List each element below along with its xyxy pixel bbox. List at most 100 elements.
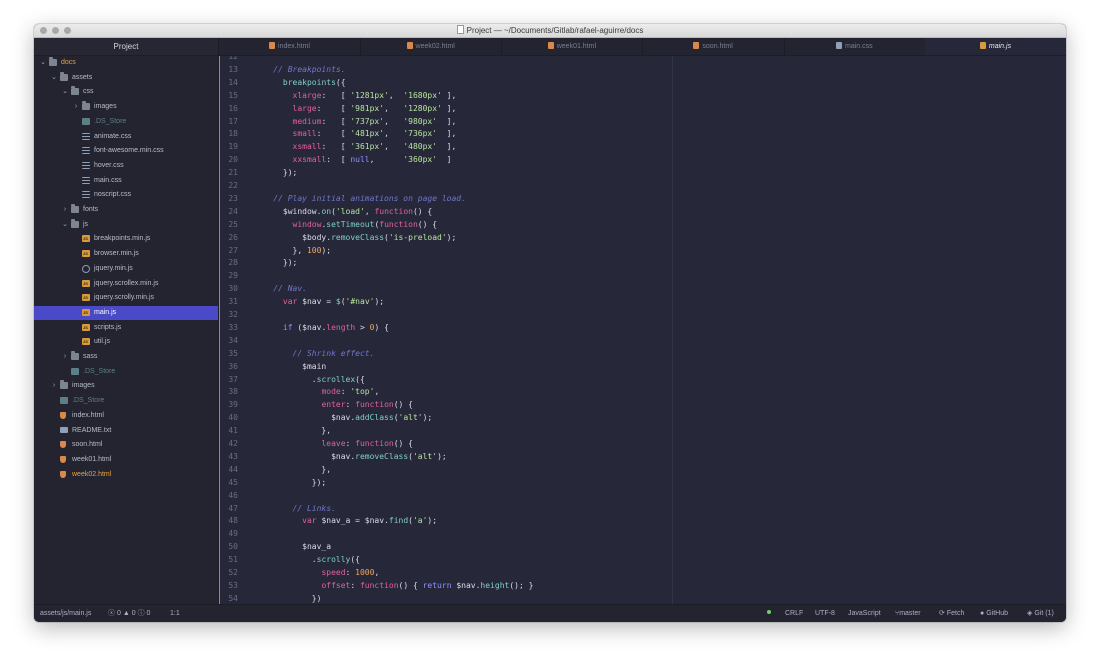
js-file-icon	[979, 42, 986, 49]
tab-week02-html[interactable]: week02.html	[360, 38, 503, 55]
diagnostics-summary[interactable]: ⓧ 0 ▲ 0 ⓘ 0	[108, 605, 150, 622]
tree-file[interactable]: .DS_Store	[34, 394, 218, 408]
code-token: ,	[384, 116, 404, 126]
branch-selector[interactable]: ⑂master	[895, 605, 921, 622]
error-icon: ⓧ	[108, 610, 115, 617]
tree-item-label: .DS_Store	[72, 397, 105, 405]
code-token: '981px'	[350, 103, 385, 113]
chevron-right-icon[interactable]: ›	[50, 379, 58, 393]
code-token: 'alt'	[412, 451, 438, 461]
code-token: removeClass	[331, 232, 385, 242]
code-token: ({	[350, 555, 360, 565]
line-ending[interactable]: CRLF	[785, 605, 803, 622]
code-line: 21 });	[219, 166, 1059, 179]
tree-file[interactable]: hover.css	[34, 159, 218, 173]
code-line: 28 });	[219, 256, 1059, 269]
tree-file[interactable]: util.js	[34, 335, 218, 349]
tab-main-css[interactable]: main.css	[784, 38, 926, 55]
line-number: 26	[228, 232, 238, 242]
line-number: 44	[228, 464, 238, 474]
grammar-selector[interactable]: JavaScript	[848, 605, 881, 622]
tab-index-html[interactable]: index.html	[219, 38, 361, 55]
tree-file[interactable]: README.txt	[34, 424, 218, 438]
code-line: 19 xsmall: [ '361px', '480px' ],	[219, 140, 1059, 153]
code-line: 50 $nav_a	[219, 540, 1059, 553]
tree-file[interactable]: week02.html	[34, 468, 218, 482]
tab-week01-html[interactable]: week01.html	[501, 38, 644, 55]
tree-folder[interactable]: › sass	[34, 350, 218, 364]
code-text: // Breakpoints.	[254, 63, 345, 76]
tree-file[interactable]: index.html	[34, 409, 218, 423]
tree-folder[interactable]: › images	[34, 100, 218, 114]
chevron-down-icon[interactable]: ⌄	[39, 56, 47, 70]
code-token: // Links.	[292, 503, 336, 513]
code-line: 17 medium: [ '737px', '980px' ],	[219, 115, 1059, 128]
ds-store-icon	[71, 367, 79, 375]
tree-folder[interactable]: ⌄ js	[34, 218, 218, 232]
github-icon: ●	[980, 610, 985, 617]
tab-main-js[interactable]: main.js	[925, 38, 1066, 55]
tree-file[interactable]: font-awesome.min.css	[34, 144, 218, 158]
code-token: mode	[321, 387, 341, 397]
chevron-right-icon[interactable]: ›	[72, 100, 80, 114]
tree-file[interactable]: noscript.css	[34, 188, 218, 202]
code-text: $nav_a	[254, 540, 331, 553]
git-panel-button[interactable]: ◈ Git (1)	[1027, 605, 1054, 622]
tree-file[interactable]: soon.html	[34, 438, 218, 452]
code-token: ],	[441, 103, 457, 113]
tree-file[interactable]: browser.min.js	[34, 247, 218, 261]
code-token: ({	[335, 77, 346, 87]
tree-file[interactable]: .DS_Store	[34, 365, 218, 379]
code-line: 41 },	[219, 424, 1059, 437]
fetch-button[interactable]: ⟳ Fetch	[939, 605, 964, 622]
cursor-position[interactable]: 1:1	[170, 605, 180, 622]
line-number: 33	[228, 322, 238, 332]
tree-file[interactable]: jquery.scrolly.min.js	[34, 291, 218, 305]
project-panel-header: Project	[34, 38, 218, 56]
file-path[interactable]: assets/js/main.js	[40, 605, 91, 622]
file-encoding[interactable]: UTF-8	[815, 605, 835, 622]
tree-item-label: jquery.scrolly.min.js	[94, 294, 155, 302]
tree-file[interactable]: main.css	[34, 174, 218, 188]
tree-file[interactable]: main.js	[34, 305, 218, 320]
code-text: $main	[254, 360, 326, 373]
code-token: ],	[437, 116, 457, 126]
tree-folder[interactable]: ⌄ docs	[34, 56, 218, 70]
tree-file[interactable]: animate.css	[34, 130, 218, 144]
tree-file[interactable]: jquery.scrollex.min.js	[34, 277, 218, 291]
code-line: 36 $main	[219, 360, 1059, 373]
tree-file[interactable]: breakpoints.min.js	[34, 232, 218, 246]
tree-folder[interactable]: › images	[34, 379, 218, 393]
code-editor[interactable]: 12 13 // Breakpoints. 14 breakpoints({15 x…	[219, 56, 1066, 604]
code-line: 51 .scrolly({	[219, 553, 1059, 566]
chevron-down-icon[interactable]: ⌄	[61, 218, 69, 232]
tree-folder[interactable]: ⌄ assets	[34, 71, 218, 85]
chevron-right-icon[interactable]: ›	[61, 350, 69, 364]
tree-item-label: browser.min.js	[94, 250, 139, 258]
tree-file[interactable]: .DS_Store	[34, 115, 218, 129]
tree-folder[interactable]: › fonts	[34, 203, 218, 217]
line-number: 35	[228, 348, 238, 358]
tree-file[interactable]: scripts.js	[34, 321, 218, 335]
tree-file[interactable]: jquery.min.js	[34, 262, 218, 276]
code-token: on	[321, 206, 332, 216]
tree-file[interactable]: week01.html	[34, 453, 218, 467]
chevron-down-icon[interactable]: ⌄	[61, 85, 69, 99]
chevron-down-icon[interactable]: ⌄	[50, 71, 58, 85]
code-token: ($nav.	[292, 322, 327, 332]
tree-folder[interactable]: ⌄ css	[34, 85, 218, 99]
chevron-right-icon[interactable]: ›	[61, 203, 69, 217]
info-count: 0	[146, 610, 151, 617]
tree-item-label: animate.css	[94, 132, 132, 140]
github-panel-button[interactable]: ● GitHub	[980, 605, 1008, 622]
js-file-icon	[82, 323, 90, 331]
code-token: () {	[412, 206, 433, 216]
tab-soon-html[interactable]: soon.html	[643, 38, 785, 55]
html-file-icon	[269, 42, 276, 49]
